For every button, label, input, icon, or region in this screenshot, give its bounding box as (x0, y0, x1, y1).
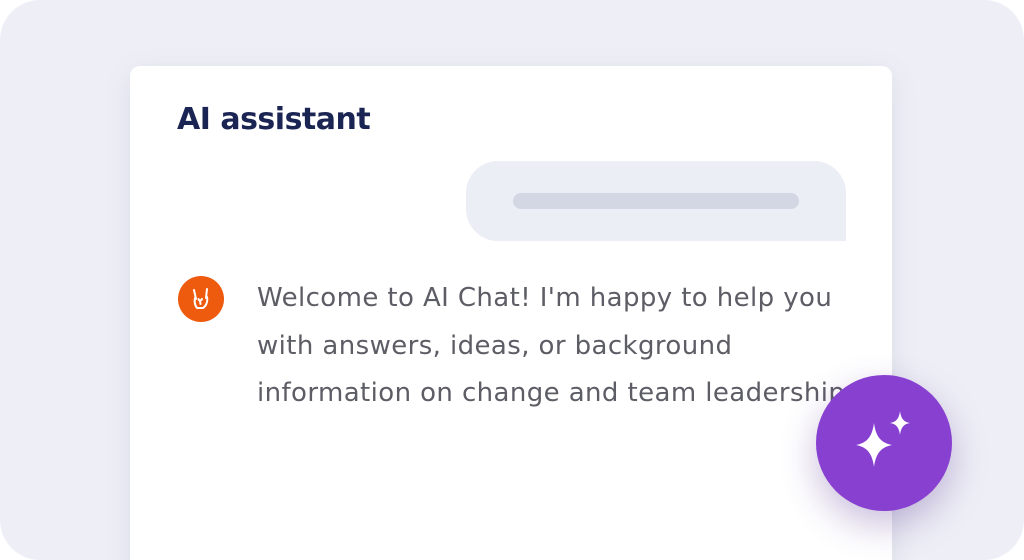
sparkle-icon (856, 411, 910, 467)
rock-hand-icon (193, 288, 209, 309)
chat-title: AI assistant (177, 102, 371, 137)
assistant-avatar (178, 276, 224, 322)
user-message-bubble (466, 161, 846, 241)
chat-panel: AI assistant Welcome to AI Chat! I'm hap… (130, 66, 892, 560)
message-placeholder-line (513, 193, 799, 209)
ai-sparkle-button[interactable] (816, 375, 952, 511)
assistant-message: Welcome to AI Chat! I'm happy to help yo… (257, 283, 854, 408)
page-background: AI assistant Welcome to AI Chat! I'm hap… (0, 0, 1024, 560)
